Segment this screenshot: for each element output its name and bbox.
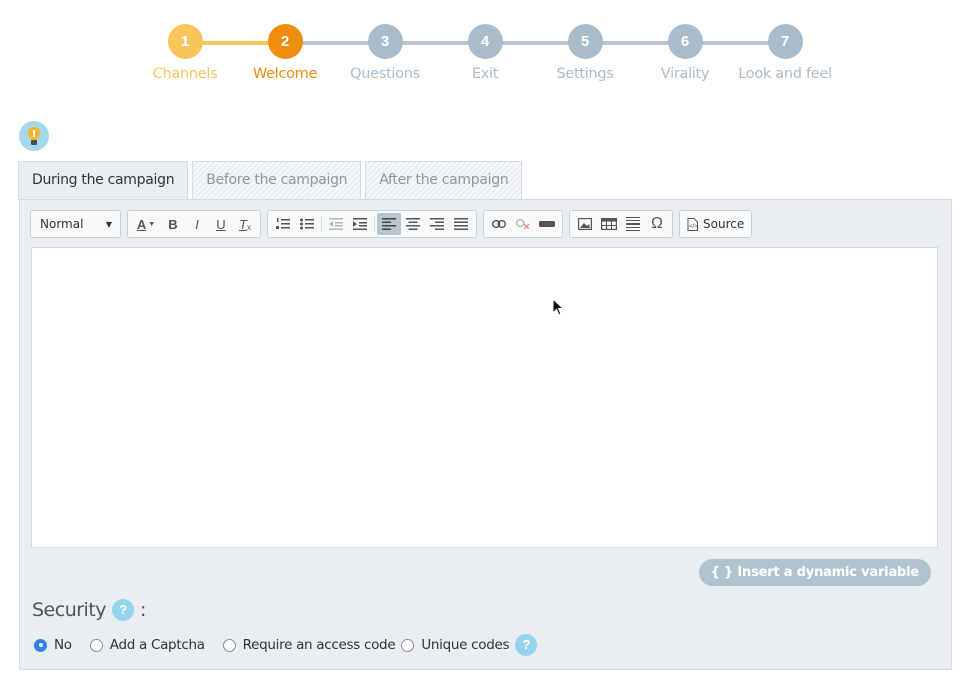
align-right-button[interactable] [425,213,449,235]
indent-button[interactable] [348,213,372,235]
step-number: 2 [267,24,303,59]
bulleted-list-icon [300,218,314,230]
security-radio-unique-codes[interactable]: Unique codes [401,637,510,653]
source-icon: </> [687,217,698,231]
step-label: Channels [152,66,218,82]
step-settings[interactable]: 5 Settings [535,24,635,82]
align-center-icon [406,218,420,230]
radio-button[interactable] [34,638,47,652]
bulleted-list-button[interactable] [295,213,319,235]
step-label: Look and feel [738,66,832,82]
step-label: Virality [660,66,710,82]
security-radio-access-code[interactable]: Require an access code [222,637,396,653]
radio-button[interactable] [222,638,236,652]
align-left-icon [382,218,396,230]
security-title: Security [32,599,107,621]
security-heading: Security ? : [32,599,146,621]
indent-icon [353,218,367,230]
align-left-button[interactable] [377,213,401,235]
step-label: Settings [556,66,614,82]
format-select-value: Normal [40,217,84,231]
unlink-button[interactable] [511,213,535,235]
font-color-icon: A [136,216,147,232]
editor-toolbar: Normal ▼ A ▼ B I U Tx Ω </> Source [30,210,753,238]
outdent-icon [329,218,343,230]
toolbar-group-text: A ▼ B I U Tx [127,210,261,238]
clear-format-button[interactable]: Tx [233,213,257,235]
step-number: 5 [567,24,603,59]
align-right-icon [430,218,444,230]
numbered-list-icon [276,218,290,229]
font-color-button[interactable]: A ▼ [131,213,161,235]
campaign-tabs: During the campaign Before the campaign … [18,161,523,200]
toolbar-separator [374,216,375,232]
step-number: 3 [367,24,403,59]
italic-button[interactable]: I [185,213,209,235]
radio-button[interactable] [401,638,415,652]
tab-before-campaign[interactable]: Before the campaign [192,161,362,199]
underline-button[interactable]: U [209,213,233,235]
editor-panel: Normal ▼ A ▼ B I U Tx Ω </> Source {} I… [19,199,952,670]
step-label: Questions [350,66,420,82]
tab-during-campaign[interactable]: During the campaign [18,161,189,200]
source-button[interactable]: </> Source [679,210,753,238]
image-icon [578,218,592,230]
source-label: Source [703,217,745,231]
step-channels[interactable]: 1 Channels [135,24,235,82]
step-label: Exit [471,66,499,82]
mouse-cursor-icon [552,298,564,316]
step-number: 6 [667,24,703,59]
insert-dynamic-variable-button[interactable]: { } Insert a dynamic variable [698,559,931,586]
toolbar-group-links [483,210,563,238]
numbered-list-button[interactable] [271,213,295,235]
outdent-button[interactable] [324,213,348,235]
unlink-icon [516,219,530,229]
radio-label: Unique codes [421,637,510,653]
step-welcome[interactable]: 2 Welcome [235,24,335,82]
radio-label: No [54,637,72,653]
special-char-button[interactable]: Ω [645,213,669,235]
rich-text-editor[interactable] [31,247,938,548]
help-icon[interactable]: ? [515,634,538,656]
horizontal-line-icon [626,217,640,231]
help-icon[interactable]: ? [112,599,135,621]
radio-button[interactable] [89,638,103,652]
wizard-stepper: 1 Channels 2 Welcome 3 Questions 4 Exit … [135,24,835,88]
toolbar-group-lists [267,210,477,238]
toolbar-group-insert: Ω [569,210,673,238]
step-number: 4 [467,24,503,59]
security-colon: : [140,599,146,621]
bold-button[interactable]: B [161,213,185,235]
lightbulb-icon[interactable] [19,121,49,151]
table-icon [601,218,617,230]
table-button[interactable] [597,213,621,235]
step-virality[interactable]: 6 Virality [635,24,735,82]
clear-format-icon: T [239,216,247,232]
radio-label: Require an access code [242,637,396,653]
align-justify-icon [454,218,468,230]
svg-text:</>: </> [689,224,698,230]
chevron-down-icon: ▼ [105,219,112,229]
step-look-and-feel[interactable]: 7 Look and feel [735,24,835,82]
align-center-button[interactable] [401,213,425,235]
step-questions[interactable]: 3 Questions [335,24,435,82]
security-radio-no[interactable]: No [34,637,72,653]
radio-label: Add a Captcha [109,637,205,653]
security-radio-captcha[interactable]: Add a Captcha [89,637,205,653]
tab-after-campaign[interactable]: After the campaign [365,161,523,199]
link-button[interactable] [487,213,511,235]
toolbar-separator [321,216,322,232]
horizontal-line-button[interactable] [621,213,645,235]
step-label: Welcome [252,66,318,82]
anchor-icon [539,221,555,227]
format-select[interactable]: Normal ▼ [30,210,121,238]
security-options: No Add a Captcha Require an access code … [34,634,538,656]
align-justify-button[interactable] [449,213,473,235]
step-number: 1 [167,24,203,59]
step-number: 7 [767,24,803,59]
link-icon [492,220,506,228]
image-button[interactable] [573,213,597,235]
anchor-button[interactable] [535,213,559,235]
step-exit[interactable]: 4 Exit [435,24,535,82]
